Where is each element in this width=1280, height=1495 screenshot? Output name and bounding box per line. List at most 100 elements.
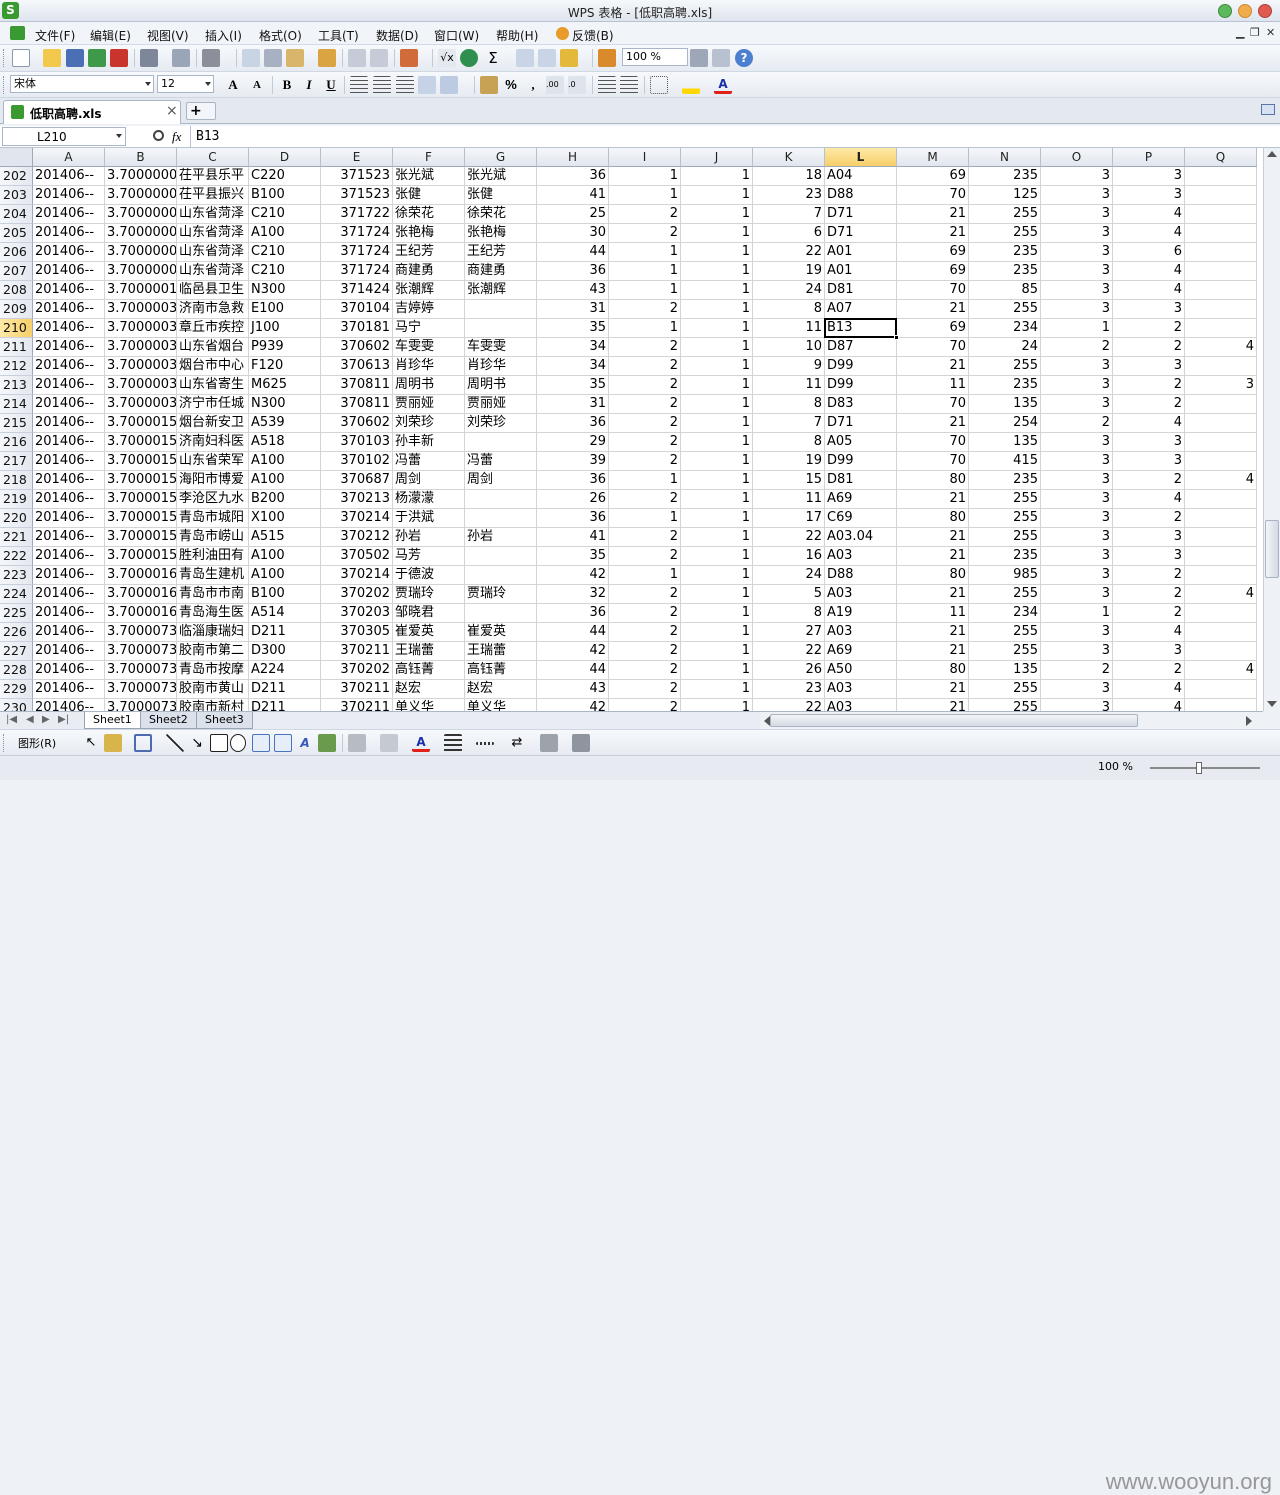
doc-minimize-icon[interactable]: ▁ (1236, 26, 1244, 39)
cell-J219[interactable]: 1 (681, 490, 753, 509)
cell-O225[interactable]: 1 (1041, 604, 1113, 623)
cell-F205[interactable]: 张艳梅 (393, 224, 465, 243)
cell-M230[interactable]: 21 (897, 699, 969, 711)
cell-F223[interactable]: 于德波 (393, 566, 465, 585)
cell-J228[interactable]: 1 (681, 661, 753, 680)
cell-D209[interactable]: E100 (249, 300, 321, 319)
cell-P225[interactable]: 2 (1113, 604, 1185, 623)
cell-C211[interactable]: 山东省烟台 (177, 338, 249, 357)
cell-F226[interactable]: 崔爱英 (393, 623, 465, 642)
cell-G207[interactable]: 商建勇 (465, 262, 537, 281)
cell-H222[interactable]: 35 (537, 547, 609, 566)
cell-Q215[interactable] (1185, 414, 1257, 433)
cell-O227[interactable]: 3 (1041, 642, 1113, 661)
cell-O214[interactable]: 3 (1041, 395, 1113, 414)
cell-K222[interactable]: 16 (753, 547, 825, 566)
row-header-219[interactable]: 219 (0, 490, 33, 509)
cell-I211[interactable]: 2 (609, 338, 681, 357)
column-header-A[interactable]: A (33, 148, 105, 167)
cell-J212[interactable]: 1 (681, 357, 753, 376)
zoom-select[interactable]: 100 % (622, 48, 688, 66)
decrease-font-icon[interactable]: A (248, 76, 266, 94)
cell-J218[interactable]: 1 (681, 471, 753, 490)
cell-C220[interactable]: 青岛市城阳 (177, 509, 249, 528)
cell-F214[interactable]: 贾丽娅 (393, 395, 465, 414)
cell-C222[interactable]: 胜利油田有 (177, 547, 249, 566)
cell-A224[interactable]: 201406-- (33, 585, 105, 604)
cell-P219[interactable]: 4 (1113, 490, 1185, 509)
cell-J229[interactable]: 1 (681, 680, 753, 699)
cell-J223[interactable]: 1 (681, 566, 753, 585)
cell-M222[interactable]: 21 (897, 547, 969, 566)
cell-P221[interactable]: 3 (1113, 528, 1185, 547)
vertical-scrollbar[interactable] (1263, 148, 1280, 711)
cell-F207[interactable]: 商建勇 (393, 262, 465, 281)
cell-F209[interactable]: 吉婷婷 (393, 300, 465, 319)
cell-L228[interactable]: A50 (825, 661, 897, 680)
cell-F206[interactable]: 王纪芳 (393, 243, 465, 262)
increase-decimal-icon[interactable]: .00 (546, 76, 564, 94)
cell-M218[interactable]: 80 (897, 471, 969, 490)
rotate-icon[interactable] (134, 734, 152, 752)
cell-O219[interactable]: 3 (1041, 490, 1113, 509)
cell-F220[interactable]: 于洪斌 (393, 509, 465, 528)
cell-L221[interactable]: A03.04 (825, 528, 897, 547)
cell-P204[interactable]: 4 (1113, 205, 1185, 224)
cell-D206[interactable]: C210 (249, 243, 321, 262)
cell-H229[interactable]: 43 (537, 680, 609, 699)
cell-E227[interactable]: 370211 (321, 642, 393, 661)
cell-H213[interactable]: 35 (537, 376, 609, 395)
cell-C210[interactable]: 章丘市疾控 (177, 319, 249, 338)
cell-E203[interactable]: 371523 (321, 186, 393, 205)
cell-L214[interactable]: D83 (825, 395, 897, 414)
cell-M214[interactable]: 70 (897, 395, 969, 414)
cell-D213[interactable]: M625 (249, 376, 321, 395)
cell-O226[interactable]: 3 (1041, 623, 1113, 642)
cell-M217[interactable]: 70 (897, 452, 969, 471)
cell-L224[interactable]: A03 (825, 585, 897, 604)
cell-B214[interactable]: 3.7000003 (105, 395, 177, 414)
cell-H219[interactable]: 26 (537, 490, 609, 509)
row-header-216[interactable]: 216 (0, 433, 33, 452)
cell-K214[interactable]: 8 (753, 395, 825, 414)
cell-A223[interactable]: 201406-- (33, 566, 105, 585)
cell-P207[interactable]: 4 (1113, 262, 1185, 281)
arrow-icon[interactable]: ↘ (188, 734, 206, 752)
cell-Q228[interactable]: 4 (1185, 661, 1257, 680)
sheet-tab-2[interactable]: Sheet2 (140, 712, 197, 729)
cell-B206[interactable]: 3.7000000 (105, 243, 177, 262)
cell-O203[interactable]: 3 (1041, 186, 1113, 205)
cell-N227[interactable]: 255 (969, 642, 1041, 661)
cell-D212[interactable]: F120 (249, 357, 321, 376)
cell-K223[interactable]: 24 (753, 566, 825, 585)
cell-D220[interactable]: X100 (249, 509, 321, 528)
cell-E212[interactable]: 370613 (321, 357, 393, 376)
column-header-D[interactable]: D (249, 148, 321, 167)
cell-M203[interactable]: 70 (897, 186, 969, 205)
cell-F230[interactable]: 单义华 (393, 699, 465, 711)
cell-J206[interactable]: 1 (681, 243, 753, 262)
cell-M215[interactable]: 21 (897, 414, 969, 433)
cell-N223[interactable]: 985 (969, 566, 1041, 585)
cell-K207[interactable]: 19 (753, 262, 825, 281)
decrease-decimal-icon[interactable]: .0 (568, 76, 586, 94)
cell-M221[interactable]: 21 (897, 528, 969, 547)
cell-I206[interactable]: 1 (609, 243, 681, 262)
autosum-icon[interactable]: Σ (484, 49, 502, 67)
cell-K204[interactable]: 7 (753, 205, 825, 224)
cell-G226[interactable]: 崔爱英 (465, 623, 537, 642)
cell-L212[interactable]: D99 (825, 357, 897, 376)
italic-button[interactable]: I (300, 76, 318, 94)
cell-O220[interactable]: 3 (1041, 509, 1113, 528)
cell-P208[interactable]: 4 (1113, 281, 1185, 300)
doc-close-icon[interactable]: ✕ (1266, 26, 1275, 39)
cell-B222[interactable]: 3.7000015 (105, 547, 177, 566)
column-header-I[interactable]: I (609, 148, 681, 167)
cell-P228[interactable]: 2 (1113, 661, 1185, 680)
cell-Q213[interactable]: 3 (1185, 376, 1257, 395)
select-all-corner[interactable] (0, 148, 33, 167)
cell-C223[interactable]: 青岛生建机 (177, 566, 249, 585)
cell-A213[interactable]: 201406-- (33, 376, 105, 395)
cell-P210[interactable]: 2 (1113, 319, 1185, 338)
cell-C213[interactable]: 山东省寄生 (177, 376, 249, 395)
